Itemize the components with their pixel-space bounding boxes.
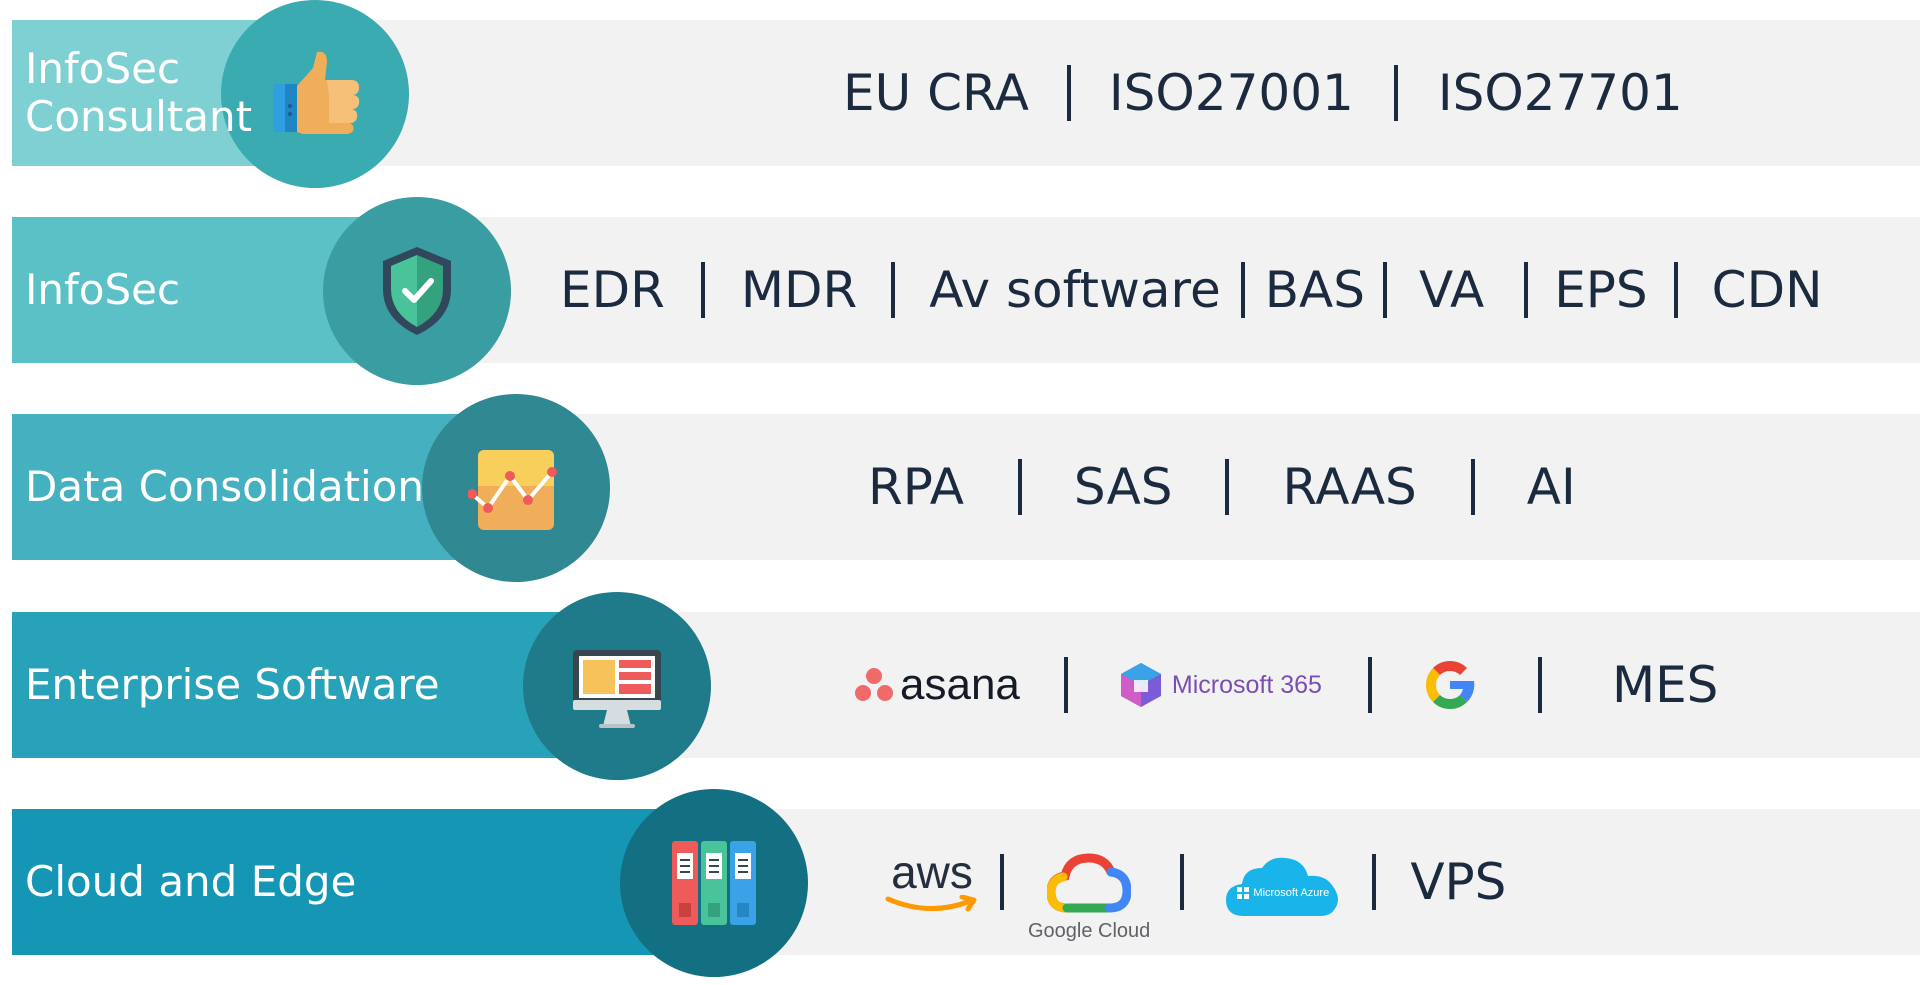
separator xyxy=(1240,262,1245,318)
row-enterprise-software: Enterprise Software asana Microsoft 365 … xyxy=(0,592,1920,788)
item-cdn: CDN xyxy=(1711,261,1823,319)
row-label: InfoSec Consultant xyxy=(25,44,253,141)
separator xyxy=(1382,262,1387,318)
item-sas: SAS xyxy=(1073,458,1173,516)
item-av-software: Av software xyxy=(929,261,1221,319)
row-infosec: InfoSec EDR MDR Av software BAS VA EPS C… xyxy=(0,197,1920,393)
thumbs-up-icon xyxy=(273,51,360,134)
azure-logo: Microsoft Azure xyxy=(1224,854,1342,920)
separator xyxy=(1066,65,1071,121)
aws-logo: aws xyxy=(884,849,980,915)
row-label: InfoSec xyxy=(25,265,181,314)
separator xyxy=(1017,459,1022,515)
icon-circle xyxy=(523,592,711,780)
separator xyxy=(1372,854,1377,910)
row-cloud-and-edge: Cloud and Edge aws Google Cloud Microsof… xyxy=(0,789,1920,985)
separator xyxy=(1524,262,1529,318)
item-mdr: MDR xyxy=(740,261,858,319)
row-infosec-consultant: InfoSec Consultant EU CRA ISO27001 ISO27… xyxy=(0,0,1920,196)
microsoft365-logo: Microsoft 365 xyxy=(1116,660,1322,710)
icon-circle xyxy=(620,789,808,977)
row-items: EU CRA ISO27001 ISO27701 xyxy=(843,20,1683,166)
separator xyxy=(1537,657,1542,713)
row-data-consolidation: Data Consolidation RPA SAS RAAS AI xyxy=(0,394,1920,590)
item-rpa: RPA xyxy=(868,458,964,516)
row-label: Cloud and Edge xyxy=(25,857,357,906)
aws-smile-icon xyxy=(885,895,977,912)
separator xyxy=(1470,459,1475,515)
row-items: asana Microsoft 365 MES xyxy=(854,612,1718,758)
item-bas: BAS xyxy=(1264,261,1365,319)
item-eu-cra: EU CRA xyxy=(843,64,1029,122)
separator xyxy=(1224,459,1229,515)
separator xyxy=(1367,657,1372,713)
item-eps: EPS xyxy=(1554,261,1648,319)
icon-circle xyxy=(323,197,511,385)
row-items: EDR MDR Av software BAS VA EPS CDN xyxy=(560,217,1823,363)
monitor-icon xyxy=(573,650,661,728)
row-label: Enterprise Software xyxy=(25,660,440,709)
asana-logo: asana xyxy=(854,660,1020,710)
separator xyxy=(1180,854,1185,910)
google-cloud-icon xyxy=(1047,852,1132,912)
separator xyxy=(1673,262,1678,318)
item-raas: RAAS xyxy=(1282,458,1417,516)
row-items: aws Google Cloud Microsoft Azure VPS xyxy=(884,809,1506,955)
separator xyxy=(1393,65,1398,121)
separator xyxy=(1000,854,1004,910)
item-iso27701: ISO27701 xyxy=(1437,64,1683,122)
chart-board-icon xyxy=(468,450,557,530)
separator xyxy=(700,262,705,318)
item-ai: AI xyxy=(1526,458,1576,516)
microsoft365-icon xyxy=(1120,663,1161,707)
row-label: Data Consolidation xyxy=(25,462,425,511)
separator xyxy=(1063,657,1068,713)
item-edr: EDR xyxy=(560,261,665,319)
separator xyxy=(891,262,896,318)
item-iso27001: ISO27001 xyxy=(1108,64,1354,122)
google-logo xyxy=(1420,655,1480,715)
row-items: RPA SAS RAAS AI xyxy=(868,414,1576,560)
windows-icon xyxy=(1237,887,1250,899)
asana-dots-icon xyxy=(855,668,893,701)
item-vps: VPS xyxy=(1410,853,1507,911)
google-cloud-logo: Google Cloud xyxy=(1028,850,1150,943)
binders-icon xyxy=(672,841,756,925)
shield-check-icon xyxy=(383,247,451,335)
icon-circle xyxy=(422,394,610,582)
item-mes: MES xyxy=(1611,656,1719,714)
google-g-icon xyxy=(1425,660,1475,710)
item-va: VA xyxy=(1418,261,1485,319)
